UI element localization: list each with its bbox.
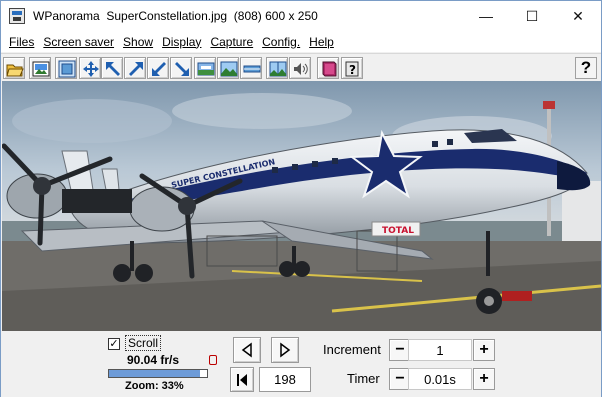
arrow-up-left-icon — [106, 62, 120, 76]
menu-display[interactable]: Display — [157, 35, 205, 49]
flat-strip-button[interactable] — [240, 57, 262, 79]
tail-logo-text: TOTAL — [382, 226, 414, 236]
app-icon[interactable] — [9, 8, 25, 24]
speaker-icon — [294, 63, 308, 75]
scroll-label[interactable]: Scroll — [125, 335, 162, 351]
book-icon — [322, 61, 337, 77]
skip-to-start-icon — [237, 373, 247, 386]
panorama-image[interactable]: SUPER CONSTELLATION TOTAL — [2, 81, 601, 331]
menu-bar: Files Screen saver Show Display Capture … — [1, 31, 601, 52]
scroll-checkbox[interactable]: ✓ — [108, 338, 120, 350]
scroll-right-button[interactable] — [271, 337, 299, 363]
panorama-view-button[interactable] — [194, 57, 216, 79]
arrow-down-right-icon — [175, 62, 189, 76]
book-button[interactable] — [317, 57, 339, 79]
triangle-left-icon — [241, 342, 252, 358]
title-bar: WPanorama SuperConstellation.jpg (808) 6… — [1, 1, 601, 31]
help-book-icon: ? — [345, 61, 359, 77]
arrow-down-left-icon — [152, 62, 166, 76]
menu-files-label: Files — [9, 34, 35, 49]
timer-plus-button[interactable]: + — [473, 368, 495, 390]
frame-number-field[interactable]: 198 — [259, 367, 311, 392]
triangle-right-icon — [280, 342, 291, 358]
help-book-button[interactable]: ? — [341, 57, 363, 79]
menu-config[interactable]: Config. — [257, 35, 304, 49]
landscape-icon — [220, 61, 238, 77]
scroll-left-button[interactable] — [233, 337, 261, 363]
arrow-down-left-button[interactable] — [147, 57, 169, 79]
picture-button[interactable] — [29, 57, 51, 79]
context-help-button[interactable]: ? — [575, 57, 597, 79]
menu-show-label: Show — [123, 34, 154, 49]
first-frame-button[interactable] — [230, 367, 254, 392]
zoom-slider[interactable] — [108, 369, 208, 378]
arrow-up-left-button[interactable] — [101, 57, 123, 79]
menu-help[interactable]: Help — [304, 35, 338, 49]
center-split-button[interactable] — [266, 57, 288, 79]
panorama-view-icon — [197, 62, 215, 76]
minimize-button[interactable]: — — [463, 1, 509, 31]
menu-show[interactable]: Show — [118, 35, 157, 49]
close-button[interactable]: ✕ — [555, 1, 601, 31]
menu-capture[interactable]: Capture — [205, 35, 257, 49]
fit-window-button[interactable] — [55, 57, 77, 79]
move-arrows-icon — [83, 61, 99, 77]
capture-status-icon — [209, 355, 217, 365]
svg-text:?: ? — [349, 63, 356, 77]
center-split-icon — [269, 61, 287, 77]
flat-strip-icon — [243, 65, 261, 73]
menu-help-label: Help — [309, 34, 334, 49]
window-controls: — ☐ ✕ — [463, 1, 601, 31]
arrow-up-right-icon — [129, 62, 143, 76]
menu-screen-saver-label: Screen saver — [43, 34, 115, 49]
menu-files[interactable]: Files — [4, 35, 38, 49]
menu-capture-label: Capture — [210, 34, 254, 49]
frame-rate-readout: 90.04 fr/s — [127, 353, 180, 367]
increment-label: Increment — [323, 342, 381, 357]
timer-value-field[interactable]: 0.01s — [408, 368, 472, 390]
menu-config-label: Config. — [262, 34, 301, 49]
picture-icon — [32, 61, 50, 77]
control-panel: ✓ Scroll 90.04 fr/s Zoom: 33% 198 Increm… — [1, 331, 601, 397]
aircraft-photo: SUPER CONSTELLATION TOTAL — [2, 81, 601, 331]
toolbar: ? ? — [1, 53, 601, 81]
landscape-button[interactable] — [217, 57, 239, 79]
arrow-up-right-button[interactable] — [124, 57, 146, 79]
arrow-down-right-button[interactable] — [170, 57, 192, 79]
app-window: WPanorama SuperConstellation.jpg (808) 6… — [0, 0, 602, 397]
increment-value-field[interactable]: 1 — [408, 339, 472, 361]
menu-display-label: Display — [162, 34, 202, 49]
timer-label: Timer — [347, 371, 380, 386]
speaker-button[interactable] — [289, 57, 311, 79]
zoom-slider-fill — [109, 370, 200, 377]
open-folder-button[interactable] — [3, 57, 25, 79]
zoom-readout: Zoom: 33% — [125, 380, 184, 392]
fit-window-icon — [58, 60, 76, 78]
move-arrows-button[interactable] — [79, 57, 101, 79]
checkmark-icon: ✓ — [109, 338, 119, 350]
open-folder-icon — [6, 64, 24, 77]
maximize-button[interactable]: ☐ — [509, 1, 555, 31]
menu-screen-saver[interactable]: Screen saver — [38, 35, 118, 49]
increment-plus-button[interactable]: + — [473, 339, 495, 361]
window-title: WPanorama SuperConstellation.jpg (808) 6… — [33, 9, 318, 23]
